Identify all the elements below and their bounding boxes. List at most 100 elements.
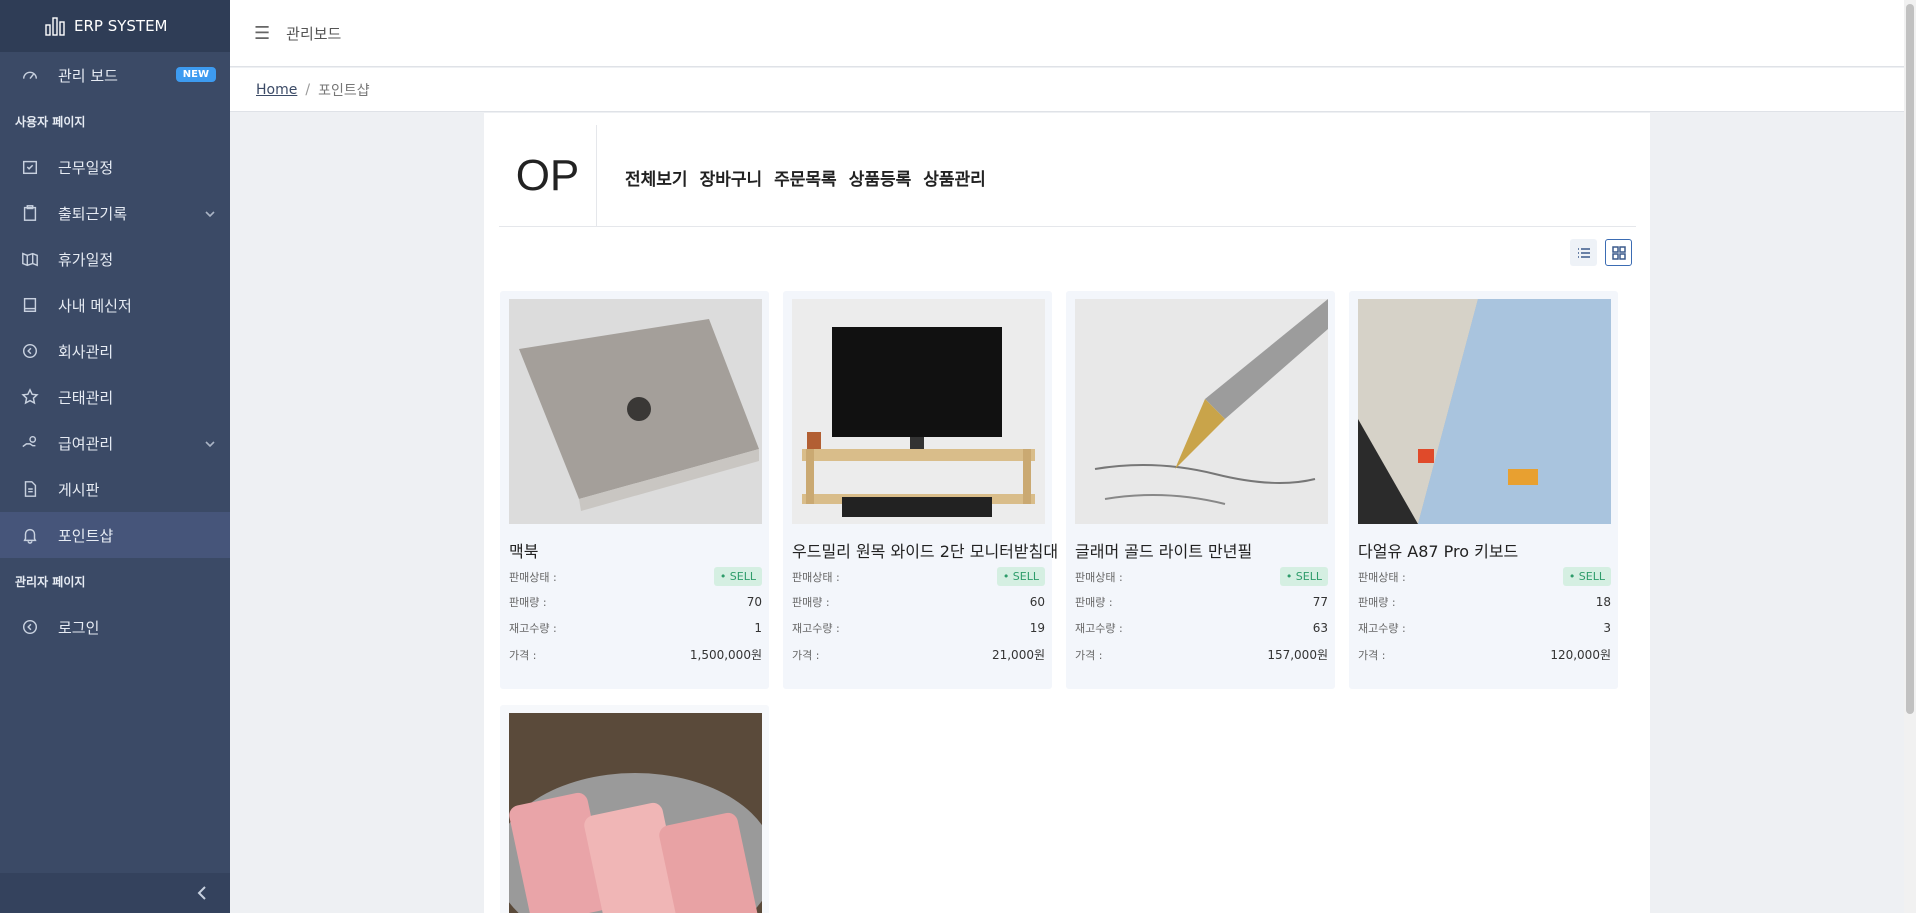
sidebar-item-label: 게시판 xyxy=(58,480,100,499)
sidebar-item-label: 급여관리 xyxy=(58,434,114,453)
price-label: 가격 : xyxy=(509,648,537,662)
sidebar-collapse-button[interactable] xyxy=(0,873,230,913)
hand-coin-icon xyxy=(20,433,40,453)
price-value: 157,000원 xyxy=(1267,648,1328,662)
sidebar-item-label: 포인트샵 xyxy=(58,526,114,545)
sidebar-item-attendance-mgmt[interactable]: 근태관리 xyxy=(0,374,230,420)
product-card[interactable]: 맥북 판매상태 : • SELL 판매량 : 70 재고수량 : 1 가격 : 1,50… xyxy=(500,291,769,689)
pork-belly-image xyxy=(509,713,762,913)
speedometer-icon xyxy=(20,65,40,85)
view-toggle xyxy=(1570,239,1632,266)
sidebar-item-point-shop[interactable]: 포인트샵 xyxy=(0,512,230,558)
product-image-keyboard[interactable] xyxy=(1358,299,1611,524)
stock-value: 1 xyxy=(754,621,762,635)
stock-label: 재고수량 : xyxy=(509,622,557,635)
nav-all[interactable]: 전체보기 xyxy=(625,165,688,190)
stock-value: 3 xyxy=(1603,621,1611,635)
product-card[interactable]: 글래머 골드 라이트 만년필 판매상태 : • SELL 판매량 : 77 재고수량… xyxy=(1066,291,1335,689)
grid-icon xyxy=(1611,245,1626,260)
sidebar-item-label: 출퇴근기록 xyxy=(58,204,128,223)
product-card[interactable]: 우드밀리 원목 와이드 2단 모니터받침대 판매상태 : • SELL 판매량 :… xyxy=(783,291,1058,689)
calendar-check-icon xyxy=(20,157,40,177)
list-icon xyxy=(1577,247,1590,258)
product-name: 우드밀리 원목 와이드 2단 모니터받침대 xyxy=(792,542,1059,561)
stock-value: 19 xyxy=(1029,621,1045,635)
sidebar-item-attendance[interactable]: 출퇴근기록 xyxy=(0,190,230,236)
bell-icon xyxy=(20,525,40,545)
circle-arrow-icon xyxy=(20,341,40,361)
sidebar: ERP SYSTEM 관리 보드 NEW 사용자 페이지 근무일정 출퇴근기록 … xyxy=(0,0,230,913)
brand[interactable]: ERP SYSTEM xyxy=(0,0,230,52)
product-image-monitor-stand[interactable] xyxy=(792,299,1045,524)
breadcrumb-home-link[interactable]: Home xyxy=(256,82,297,98)
status-badge: • SELL xyxy=(713,567,762,586)
status-badge: • SELL xyxy=(996,567,1045,586)
breadcrumb-separator: / xyxy=(305,81,311,98)
document-icon xyxy=(20,479,40,499)
bar-chart-icon xyxy=(45,17,65,36)
sidebar-item-company[interactable]: 회사관리 xyxy=(0,328,230,374)
new-badge: NEW xyxy=(175,67,216,82)
star-icon xyxy=(20,387,40,407)
breadcrumb-current: 포인트샵 xyxy=(318,82,370,99)
sidebar-item-login[interactable]: 로그인 xyxy=(0,604,230,650)
breadcrumb: Home / 포인트샵 xyxy=(230,68,1906,112)
scrollbar-thumb[interactable] xyxy=(1906,4,1914,714)
product-card[interactable] xyxy=(500,705,769,913)
product-name: 다얼유 A87 Pro 키보드 xyxy=(1358,542,1519,561)
status-label: 판매상태 : xyxy=(1075,570,1123,584)
sold-label: 판매량 : xyxy=(1358,596,1396,609)
book-icon xyxy=(20,295,40,315)
price-value: 21,000원 xyxy=(991,648,1045,662)
product-card[interactable]: 다얼유 A87 Pro 키보드 판매상태 : • SELL 판매량 : 18 재고수… xyxy=(1349,291,1618,689)
sidebar-item-dashboard[interactable]: 관리 보드 NEW xyxy=(0,52,230,98)
status-badge: • SELL xyxy=(1279,567,1328,586)
sidebar-item-work-schedule[interactable]: 근무일정 xyxy=(0,144,230,190)
sidebar-item-messenger[interactable]: 사내 메신저 xyxy=(0,282,230,328)
shop-header: OP 전체보기 장바구니 주문목록 상품등록 상품관리 xyxy=(499,125,1636,227)
sidebar-item-payroll[interactable]: 급여관리 xyxy=(0,420,230,466)
monitor-stand-image xyxy=(792,299,1045,524)
price-label: 가격 : xyxy=(1075,648,1103,662)
keyboard-image xyxy=(1358,299,1611,524)
nav-manage[interactable]: 상품관리 xyxy=(923,165,986,190)
sold-value: 18 xyxy=(1595,595,1611,609)
product-image-macbook[interactable] xyxy=(509,299,762,524)
sidebar-section-admin: 관리자 페이지 xyxy=(15,574,86,589)
list-view-button[interactable] xyxy=(1570,239,1597,266)
sold-label: 판매량 : xyxy=(792,596,830,609)
status-label: 판매상태 : xyxy=(509,570,557,584)
grid-view-button[interactable] xyxy=(1605,239,1632,266)
price-label: 가격 : xyxy=(792,648,820,662)
nav-register[interactable]: 상품등록 xyxy=(849,165,912,190)
shop-panel: OP 전체보기 장바구니 주문목록 상품등록 상품관리 맥북 판매상태 : • S… xyxy=(484,113,1650,913)
status-label: 판매상태 : xyxy=(1358,570,1406,584)
circle-arrow-icon xyxy=(20,617,40,637)
sidebar-item-label: 근무일정 xyxy=(58,158,114,177)
brand-label: ERP SYSTEM xyxy=(74,17,168,35)
topbar: ☰ 관리보드 xyxy=(230,0,1906,67)
sidebar-item-board[interactable]: 게시판 xyxy=(0,466,230,512)
product-image-pork-belly[interactable] xyxy=(509,713,762,913)
topbar-title: 관리보드 xyxy=(286,24,342,43)
product-image-fountain-pen[interactable] xyxy=(1075,299,1328,524)
sold-label: 판매량 : xyxy=(1075,596,1113,609)
shop-nav: 전체보기 장바구니 주문목록 상품등록 상품관리 xyxy=(625,165,986,190)
page-scrollbar[interactable] xyxy=(1904,0,1916,913)
nav-cart[interactable]: 장바구니 xyxy=(700,165,763,190)
chevron-down-icon xyxy=(204,436,216,454)
sidebar-item-label: 관리 보드 xyxy=(58,66,118,85)
sidebar-item-label: 휴가일정 xyxy=(58,250,114,269)
status-label: 판매상태 : xyxy=(792,570,840,584)
menu-icon[interactable]: ☰ xyxy=(254,23,270,44)
stock-label: 재고수량 : xyxy=(1075,622,1123,635)
sold-label: 판매량 : xyxy=(509,596,547,609)
sidebar-item-label: 로그인 xyxy=(58,618,100,637)
clipboard-icon xyxy=(20,203,40,223)
sidebar-item-vacation[interactable]: 휴가일정 xyxy=(0,236,230,282)
sidebar-item-label: 근태관리 xyxy=(58,388,114,407)
chevron-down-icon xyxy=(204,206,216,224)
shop-logo[interactable]: OP xyxy=(499,125,597,227)
nav-orders[interactable]: 주문목록 xyxy=(774,165,837,190)
price-value: 1,500,000원 xyxy=(689,648,762,662)
